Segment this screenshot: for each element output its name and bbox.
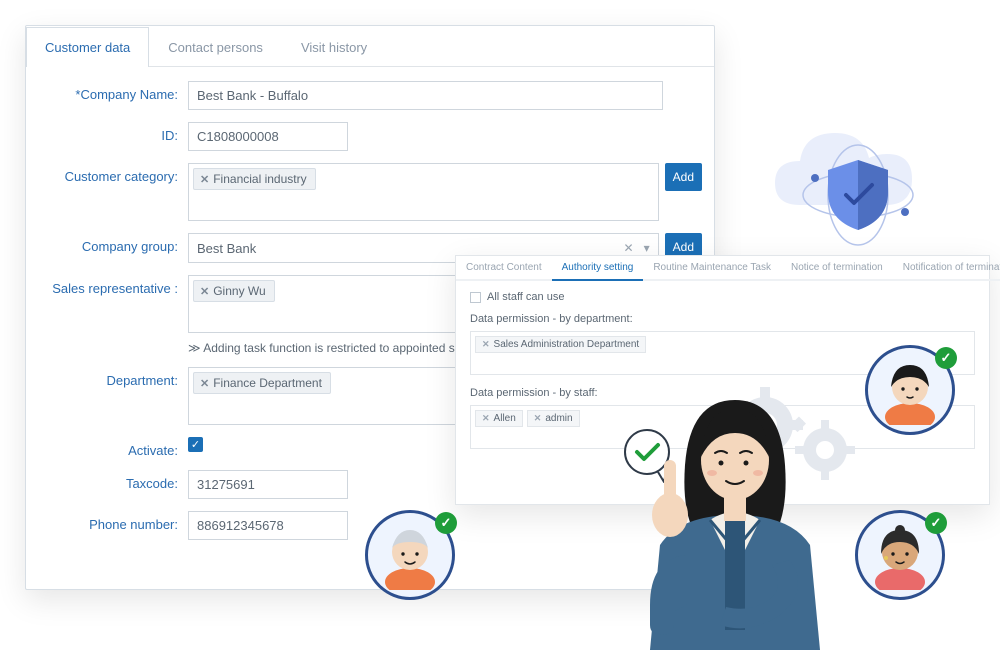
id-field[interactable] [188, 122, 348, 151]
businesswoman-illustration [590, 375, 860, 650]
sales-rep-label: Sales representative : [38, 275, 188, 296]
tab-contract-content[interactable]: Contract Content [456, 256, 552, 281]
chevron-down-icon[interactable]: ▾ [644, 241, 650, 255]
check-badge-icon: ✓ [435, 512, 457, 534]
tag-label: admin [545, 413, 572, 424]
staff-permission-tag[interactable]: ✕admin [527, 410, 580, 427]
cloud-shield-illustration [770, 120, 945, 260]
tab-routine-maintenance[interactable]: Routine Maintenance Task [643, 256, 781, 281]
tab-authority-setting[interactable]: Authority setting [552, 256, 644, 281]
tag-label: Sales Administration Department [494, 339, 640, 350]
company-group-value: Best Bank [197, 241, 256, 256]
tag-label: Finance Department [213, 376, 322, 390]
close-icon[interactable]: ✕ [200, 173, 209, 186]
close-icon[interactable]: ✕ [482, 339, 490, 350]
company-group-label: Company group: [38, 233, 188, 254]
activate-label: Activate: [38, 437, 188, 458]
department-permission-tag[interactable]: ✕ Sales Administration Department [475, 336, 646, 353]
close-icon[interactable]: ✕ [534, 413, 542, 424]
taxcode-label: Taxcode: [38, 470, 188, 491]
user-avatar-illustration: ✓ [865, 345, 955, 435]
phone-label: Phone number: [38, 511, 188, 532]
tag-label: Ginny Wu [213, 284, 265, 298]
tab-visit-history[interactable]: Visit history [282, 27, 386, 67]
category-label: Customer category: [38, 163, 188, 184]
category-tagbox[interactable]: ✕ Financial industry [188, 163, 659, 221]
sales-rep-tag[interactable]: ✕ Ginny Wu [193, 280, 275, 302]
id-label: ID: [38, 122, 188, 143]
tag-label: Financial industry [213, 172, 306, 186]
activate-checkbox[interactable]: ✓ [188, 437, 203, 452]
company-name-field[interactable] [188, 81, 663, 110]
check-badge-icon: ✓ [935, 347, 957, 369]
sales-rep-note: Adding task function is restricted to ap… [188, 337, 464, 355]
by-department-label: Data permission - by department: [470, 313, 975, 325]
tag-label: Allen [494, 413, 516, 424]
taxcode-field[interactable] [188, 470, 348, 499]
all-staff-checkbox[interactable] [470, 292, 481, 303]
add-category-button[interactable]: Add [665, 163, 702, 191]
close-icon[interactable]: ✕ [482, 413, 490, 424]
user-avatar-illustration: ✓ [365, 510, 455, 600]
all-staff-label: All staff can use [487, 291, 564, 303]
user-avatar-illustration: ✓ [855, 510, 945, 600]
department-tag[interactable]: ✕ Finance Department [193, 372, 331, 394]
check-badge-icon: ✓ [925, 512, 947, 534]
close-icon[interactable]: ✕ [200, 377, 209, 390]
tab-contact-persons[interactable]: Contact persons [149, 27, 282, 67]
clear-icon[interactable]: ✕ [624, 241, 634, 255]
primary-tabs: Customer data Contact persons Visit hist… [26, 26, 714, 67]
close-icon[interactable]: ✕ [200, 285, 209, 298]
company-name-label: *Company Name: [38, 81, 188, 102]
tab-customer-data[interactable]: Customer data [26, 27, 149, 67]
department-label: Department: [38, 367, 188, 388]
staff-permission-tag[interactable]: ✕ Allen [475, 410, 523, 427]
phone-field[interactable] [188, 511, 348, 540]
category-tag[interactable]: ✕ Financial industry [193, 168, 316, 190]
